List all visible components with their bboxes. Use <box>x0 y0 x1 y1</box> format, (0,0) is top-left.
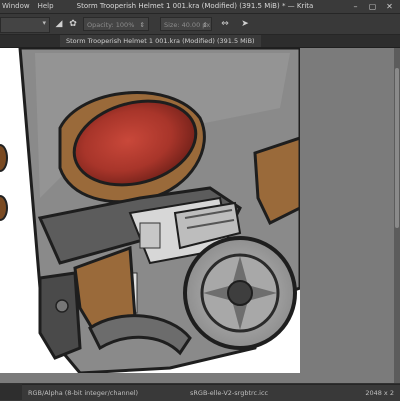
vertical-scrollbar[interactable] <box>394 48 400 383</box>
title-bar: Window Help Storm Trooperish Helmet 1 00… <box>0 0 400 14</box>
window-title: Storm Trooperish Helmet 1 001.kra (Modif… <box>76 2 314 10</box>
status-left-block <box>0 384 22 400</box>
menu-bar: Window Help <box>0 0 54 13</box>
stepper-icon: ⇕ <box>202 21 208 29</box>
blend-mode-dropdown[interactable]: ▾ <box>0 17 50 33</box>
image-dimensions-label: 2048 x 2 <box>365 389 394 397</box>
size-slider[interactable]: Size: 40.00 px ⇕ <box>160 17 212 31</box>
canvas-document[interactable] <box>0 48 300 373</box>
document-tabbar: Storm Trooperish Helmet 1 001.kra (Modif… <box>0 35 400 48</box>
chevron-down-icon: ▾ <box>42 19 46 27</box>
color-profile-label: sRGB-elle-V2-srgbtrc.icc <box>190 389 269 397</box>
minimize-icon[interactable]: – <box>351 2 360 11</box>
status-bar: RGB/Alpha (8-bit integer/channel) sRGB-e… <box>0 384 400 401</box>
close-icon[interactable]: ✕ <box>385 2 394 11</box>
canvas-area[interactable] <box>0 48 400 383</box>
color-model-label: RGB/Alpha (8-bit integer/channel) <box>28 389 139 397</box>
menu-item-window[interactable]: Window <box>2 0 30 13</box>
mirror-icon[interactable]: ⇔ <box>218 17 232 31</box>
opacity-slider[interactable]: Opacity: 100% ⇕ <box>83 17 149 31</box>
scrollbar-thumb[interactable] <box>395 68 399 228</box>
stepper-icon: ⇕ <box>139 21 145 29</box>
menu-item-help[interactable]: Help <box>38 0 54 13</box>
eraser-icon[interactable]: ◢ <box>52 17 66 31</box>
preserve-alpha-icon[interactable]: ✿ <box>66 17 80 31</box>
wrap-icon[interactable]: ➤ <box>238 17 252 31</box>
opacity-label: Opacity: 100% <box>87 21 135 29</box>
brush-toolbar: ▾ ◢ ✿ Opacity: 100% ⇕ Size: 40.00 px ⇕ ⇔… <box>0 14 400 35</box>
helmet-artwork <box>0 48 300 373</box>
document-tab[interactable]: Storm Trooperish Helmet 1 001.kra (Modif… <box>60 35 261 47</box>
maximize-icon[interactable]: ▢ <box>368 2 377 11</box>
window-controls: – ▢ ✕ <box>351 2 394 11</box>
